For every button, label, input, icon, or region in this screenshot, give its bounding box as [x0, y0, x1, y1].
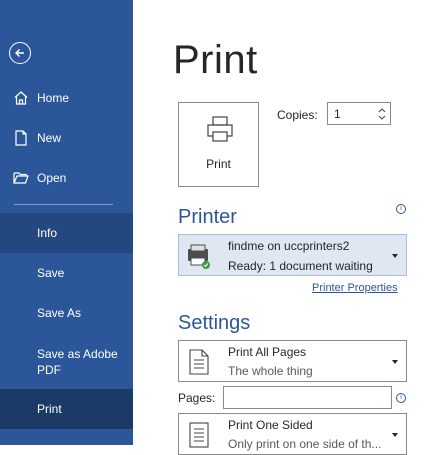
- chevron-down-icon: [392, 433, 398, 437]
- back-arrow-icon[interactable]: [9, 42, 31, 64]
- chevron-down-icon: [392, 360, 398, 364]
- sidebar-item-label: Save as Adobe PDF: [37, 347, 118, 377]
- sidebar-item-label: Save: [37, 266, 65, 280]
- copies-value: 1: [334, 107, 341, 121]
- pages-input[interactable]: [223, 386, 392, 409]
- print-sides-description: Only print on one side of th...: [228, 437, 382, 451]
- print-pages-description: The whole thing: [228, 364, 313, 378]
- printer-icon: [204, 113, 236, 145]
- printer-section-title: Printer: [178, 206, 237, 228]
- backstage-sidebar: Home New Open Info Save Save As Save as …: [0, 0, 133, 445]
- printer-name: findme on uccprinters2: [228, 239, 350, 253]
- printer-properties-link[interactable]: Printer Properties: [312, 282, 398, 294]
- sidebar-item-print[interactable]: Print: [0, 389, 133, 429]
- sidebar-item-save-as[interactable]: Save As: [0, 293, 133, 333]
- sidebar-item-label: New: [37, 131, 62, 145]
- sidebar-item-save-as-adobe-pdf[interactable]: Save as Adobe PDF: [0, 338, 133, 386]
- print-sides-dropdown[interactable]: Print One Sided Only print on one side o…: [178, 413, 407, 455]
- print-pages-selected: Print All Pages: [228, 345, 307, 359]
- sidebar-item-open[interactable]: Open: [0, 158, 133, 198]
- chevron-down-icon: [392, 254, 398, 258]
- printer-dropdown[interactable]: findme on uccprinters2 Ready: 1 document…: [178, 234, 407, 276]
- pages-label: Pages:: [178, 391, 216, 405]
- print-sides-selected: Print One Sided: [228, 418, 313, 432]
- settings-section-title: Settings: [178, 312, 251, 334]
- stepper-arrows-icon[interactable]: [377, 104, 387, 124]
- sidebar-divider: [14, 204, 113, 205]
- sidebar-item-new[interactable]: New: [0, 118, 133, 158]
- sidebar-item-label: Save As: [37, 306, 82, 320]
- printer-status-icon: [184, 243, 214, 271]
- folder-open-icon: [12, 169, 30, 187]
- sidebar-item-home[interactable]: Home: [0, 78, 133, 118]
- print-button[interactable]: Print: [178, 102, 259, 187]
- printer-status: Ready: 1 document waiting: [228, 259, 373, 273]
- sidebar-item-info[interactable]: Info: [0, 213, 133, 253]
- home-icon: [12, 89, 30, 107]
- sidebar-item-save[interactable]: Save: [0, 253, 133, 293]
- sidebar-item-label: Print: [37, 402, 62, 416]
- document-pages-icon: [188, 348, 210, 376]
- sidebar-item-label: Home: [37, 91, 70, 105]
- copies-stepper[interactable]: 1: [327, 102, 391, 125]
- print-button-label: Print: [206, 157, 231, 171]
- sidebar-item-label: Open: [37, 171, 67, 185]
- print-pages-dropdown[interactable]: Print All Pages The whole thing: [178, 340, 407, 382]
- info-icon[interactable]: i: [396, 204, 406, 214]
- page-title: Print: [173, 38, 258, 82]
- copies-label: Copies:: [277, 108, 318, 122]
- sidebar-item-label: Info: [37, 226, 58, 240]
- new-document-icon: [12, 129, 30, 147]
- info-icon[interactable]: i: [396, 393, 406, 403]
